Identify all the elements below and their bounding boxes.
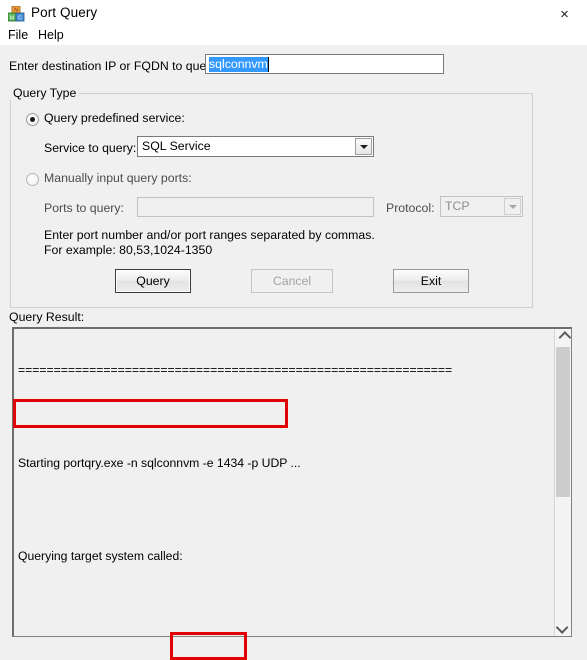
service-to-query-label: Service to query: — [44, 141, 137, 155]
ports-to-query-label: Ports to query: — [44, 201, 124, 215]
result-line-querying-target: Querying target system called: — [18, 549, 183, 563]
text-caret — [268, 57, 269, 72]
query-result-text: ========================================… — [18, 332, 538, 636]
menu-item-help[interactable]: Help — [38, 28, 64, 42]
result-blank-line — [18, 410, 538, 426]
service-to-query-value: SQL Service — [142, 139, 211, 153]
chevron-up-icon[interactable] — [555, 329, 571, 346]
protocol-label: Protocol: — [386, 201, 435, 215]
menu-bar: File Help — [0, 28, 587, 45]
ports-to-query-input — [137, 197, 374, 217]
ports-hint-line-2: For example: 80,53,1024-1350 — [44, 243, 213, 257]
scrollbar-thumb[interactable] — [556, 347, 570, 497]
radio-manually-input-query-ports[interactable] — [26, 173, 39, 186]
menu-item-file[interactable]: File — [8, 28, 28, 42]
result-separator: ========================================… — [18, 363, 453, 377]
result-blank-line — [18, 503, 538, 519]
destination-input[interactable]: sqlconnvm — [205, 54, 444, 74]
exit-button[interactable]: Exit — [393, 269, 469, 293]
radio-manually-input-query-ports-label[interactable]: Manually input query ports: — [44, 171, 192, 185]
client-area: Enter destination IP or FQDN to query: s… — [0, 45, 587, 660]
query-result-textarea[interactable]: ========================================… — [12, 327, 572, 637]
destination-label: Enter destination IP or FQDN to query: — [9, 59, 220, 73]
destination-input-value: sqlconnvm — [209, 57, 268, 72]
chevron-down-icon[interactable] — [355, 138, 372, 155]
radio-query-predefined-service[interactable] — [26, 113, 39, 126]
result-blank-line — [18, 596, 538, 612]
chevron-down-icon — [504, 198, 521, 215]
blocks-icon: N M C — [8, 6, 25, 22]
result-scrollbar[interactable] — [554, 329, 571, 636]
result-line-start-command: Starting portqry.exe -n sqlconnvm -e 143… — [18, 456, 301, 470]
window-title: Port Query — [31, 5, 98, 20]
query-button[interactable]: Query — [115, 269, 191, 293]
service-to-query-select[interactable]: SQL Service — [137, 136, 374, 157]
svg-text:M: M — [10, 15, 14, 21]
protocol-select: TCP — [440, 196, 523, 217]
chevron-down-icon[interactable] — [555, 619, 571, 636]
query-result-label: Query Result: — [9, 310, 85, 324]
protocol-value: TCP — [445, 199, 470, 213]
svg-text:C: C — [18, 15, 22, 21]
title-bar: N M C Port Query × — [0, 0, 587, 29]
close-icon[interactable]: × — [542, 0, 587, 28]
radio-query-predefined-service-label[interactable]: Query predefined service: — [44, 111, 185, 125]
ports-hint-line-1: Enter port number and/or port ranges sep… — [44, 228, 375, 242]
cancel-button: Cancel — [251, 269, 333, 293]
query-type-legend: Query Type — [10, 86, 80, 100]
